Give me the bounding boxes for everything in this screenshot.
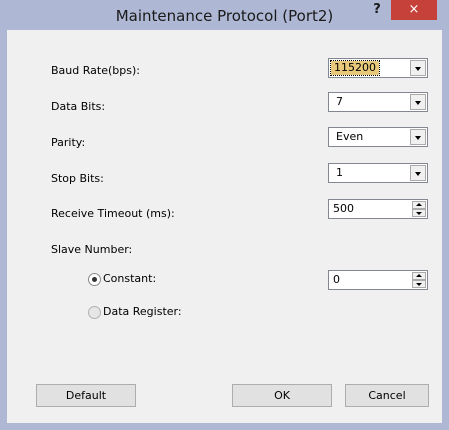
- spin-down-icon[interactable]: [412, 280, 426, 288]
- baud-rate-label: Baud Rate(bps):: [51, 64, 140, 77]
- data-register-label[interactable]: Data Register:: [103, 304, 182, 320]
- chevron-down-icon[interactable]: [410, 165, 426, 181]
- receive-timeout-label: Receive Timeout (ms):: [51, 207, 175, 220]
- spin-down-icon[interactable]: [412, 209, 426, 217]
- close-button[interactable]: ×: [391, 0, 437, 20]
- ok-button[interactable]: OK: [232, 384, 332, 407]
- title-bar[interactable]: Maintenance Protocol (Port2) ? ×: [0, 0, 449, 30]
- help-button[interactable]: ?: [370, 2, 384, 22]
- chevron-down-icon[interactable]: [410, 94, 426, 110]
- constant-label[interactable]: Constant:: [103, 271, 156, 287]
- constant-value-spinner[interactable]: 0: [328, 270, 428, 290]
- data-register-radio[interactable]: [88, 306, 101, 319]
- data-bits-label: Data Bits:: [51, 100, 106, 113]
- dialog-body: [7, 30, 442, 423]
- constant-radio[interactable]: [88, 273, 101, 286]
- spin-up-icon[interactable]: [412, 201, 426, 209]
- baud-rate-value: 115200: [330, 60, 380, 76]
- parity-select[interactable]: Even: [328, 127, 428, 147]
- spin-up-icon[interactable]: [412, 272, 426, 280]
- constant-value: 0: [333, 273, 340, 286]
- parity-label: Parity:: [51, 136, 86, 149]
- stop-bits-value: 1: [336, 166, 343, 179]
- baud-rate-select[interactable]: 115200: [328, 58, 428, 78]
- receive-timeout-spinner[interactable]: 500: [328, 199, 428, 219]
- cancel-button[interactable]: Cancel: [345, 384, 429, 407]
- data-bits-select[interactable]: 7: [328, 92, 428, 112]
- stop-bits-label: Stop Bits:: [51, 172, 104, 185]
- receive-timeout-value: 500: [333, 202, 354, 215]
- chevron-down-icon[interactable]: [410, 129, 426, 145]
- dialog-window: Maintenance Protocol (Port2) ? × Baud Ra…: [0, 0, 449, 430]
- chevron-down-icon[interactable]: [410, 60, 426, 76]
- stop-bits-select[interactable]: 1: [328, 163, 428, 183]
- parity-value: Even: [336, 130, 364, 143]
- data-bits-value: 7: [336, 95, 343, 108]
- default-button[interactable]: Default: [36, 384, 136, 407]
- slave-number-label: Slave Number:: [51, 243, 133, 256]
